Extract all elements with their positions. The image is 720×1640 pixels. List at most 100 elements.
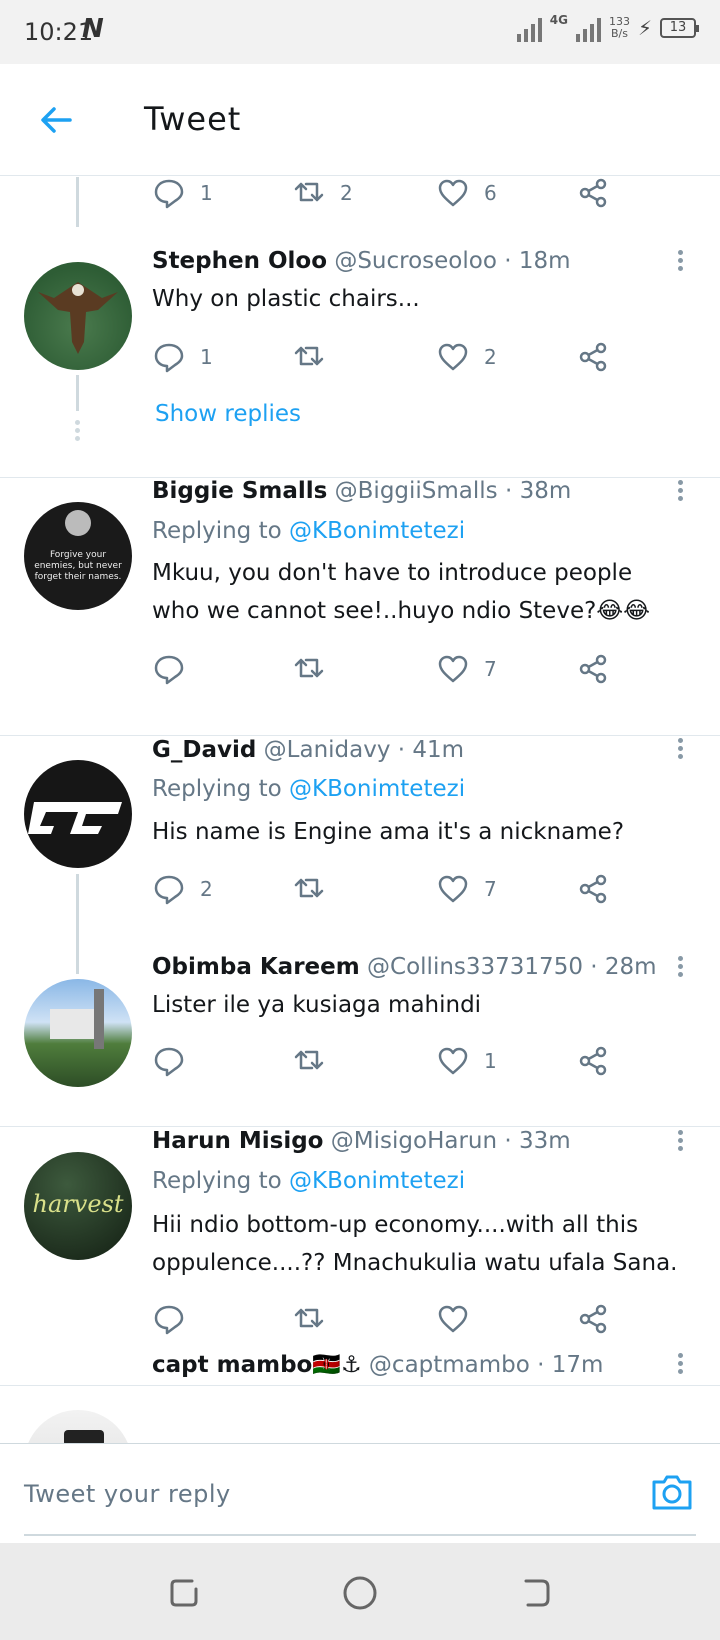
retweet-button[interactable] [292,869,340,909]
author-name[interactable]: Harun Misigo [152,1128,323,1154]
reply-icon [154,179,184,209]
replying-to-line: Replying to @KBonimtetezi [152,776,465,802]
network-speed-unit: B/s [610,27,628,40]
replying-to-handle[interactable]: @KBonimtetezi [289,518,465,544]
like-count: 7 [484,877,497,901]
avatar-tower [94,989,104,1049]
replying-to-prefix: Replying to [152,518,289,544]
share-button[interactable] [576,869,610,909]
retweet-button[interactable]: 2 [292,177,353,213]
share-button[interactable] [576,649,610,689]
thread-dot [75,420,80,425]
avatar[interactable] [24,979,132,1087]
reply-icon [154,1305,184,1335]
avatar[interactable] [24,760,132,868]
tweet-author-line: Harun Misigo @MisigoHarun · 33m [152,1128,571,1154]
reply-button[interactable] [152,1299,200,1339]
reply-icon [154,655,184,685]
carrier-logo-icon: N [82,14,104,44]
share-button[interactable] [576,337,610,377]
retweet-icon [294,1308,324,1328]
reply-bar: Tweet your reply [0,1443,720,1543]
reply-count: 2 [200,877,213,901]
replying-to-line: Replying to @KBonimtetezi [152,1168,465,1194]
more-icon[interactable] [672,1350,688,1380]
tweet-actions: 1 2 [152,337,632,377]
back-icon[interactable] [516,1573,556,1613]
reply-count: 1 [200,181,213,205]
tweet-actions [152,1299,632,1339]
replying-to-prefix: Replying to [152,1168,289,1194]
replying-to-handle[interactable]: @KBonimtetezi [289,1168,465,1194]
like-button[interactable]: 1 [436,1041,497,1081]
reply-input[interactable]: Tweet your reply [24,1480,231,1508]
like-icon [438,655,468,683]
share-button[interactable] [576,177,610,213]
avatar-quote: Forgive your enemies, but never forget t… [34,550,122,582]
reply-button[interactable]: 1 [152,337,213,377]
network-type: 4G [549,13,568,27]
camera-icon[interactable] [650,1472,694,1512]
tweet-author-line: Obimba Kareem @Collins33731750 · 28m [152,954,657,980]
like-button[interactable]: 6 [436,177,497,213]
retweet-button[interactable] [292,649,340,689]
replies-feed[interactable]: 1 2 6 Stephen Oloo @Sucroseoloo · 18m Wh… [0,177,720,1443]
retweet-icon [294,182,324,202]
reply-count: 1 [200,345,213,369]
back-arrow-icon[interactable] [36,100,76,140]
home-icon[interactable] [340,1573,380,1613]
status-indicators: 4G 133 B/s ⚡ 13 [516,13,699,42]
share-button[interactable] [576,1041,610,1081]
tweet-actions: 1 [152,1041,632,1081]
author-meta: @MisigoHarun · 33m [330,1128,571,1154]
more-icon[interactable] [672,953,688,983]
thread-line [76,177,79,227]
reply-button[interactable]: 2 [152,869,213,909]
author-name[interactable]: capt mambo🇰🇪⚓ [152,1352,362,1378]
like-button[interactable]: 7 [436,649,497,689]
like-button[interactable]: 7 [436,869,497,909]
author-name[interactable]: G_David [152,737,256,763]
avatar[interactable]: harvest [24,1152,132,1260]
avatar[interactable] [24,262,132,370]
replying-to-handle[interactable]: @KBonimtetezi [289,776,465,802]
signal-2-icon [575,14,601,42]
like-button[interactable]: 2 [436,337,497,377]
retweet-icon [294,878,324,898]
show-replies-link[interactable]: Show replies [155,401,301,427]
tweet-author-line: capt mambo🇰🇪⚓ @captmambo · 17m [152,1351,603,1378]
retweet-button[interactable] [292,337,340,377]
recent-apps-icon[interactable] [164,1573,204,1613]
avatar[interactable] [24,1410,132,1443]
author-name[interactable]: Biggie Smalls [152,478,327,504]
author-name[interactable]: Obimba Kareem [152,954,360,980]
share-icon [579,1046,607,1076]
share-button[interactable] [576,1299,610,1339]
like-button[interactable] [436,1299,484,1339]
divider [0,1126,720,1127]
reply-button[interactable] [152,1041,200,1081]
avatar[interactable]: Forgive your enemies, but never forget t… [24,502,132,610]
reply-button[interactable]: 1 [152,177,213,213]
like-icon [438,1305,468,1333]
like-icon [438,343,468,371]
more-icon[interactable] [672,735,688,765]
retweet-icon [294,658,324,678]
tweet-text: His name is Engine ama it's a nickname? [152,819,625,845]
reply-icon [154,875,184,905]
more-icon[interactable] [672,1127,688,1157]
retweet-button[interactable] [292,1041,340,1081]
tweet-actions: 2 7 [152,869,632,909]
tweet-text: Hii ndio bottom-up economy....with all t… [152,1212,678,1276]
author-name[interactable]: Stephen Oloo [152,248,327,274]
retweet-button[interactable] [292,1299,340,1339]
like-count: 7 [484,657,497,681]
more-icon[interactable] [672,247,688,277]
reply-button[interactable] [152,649,200,689]
like-count: 6 [484,181,497,205]
reply-icon [154,1047,184,1077]
share-icon [579,874,607,904]
signal-icon [516,14,542,42]
more-icon[interactable] [672,477,688,507]
share-icon [579,342,607,372]
